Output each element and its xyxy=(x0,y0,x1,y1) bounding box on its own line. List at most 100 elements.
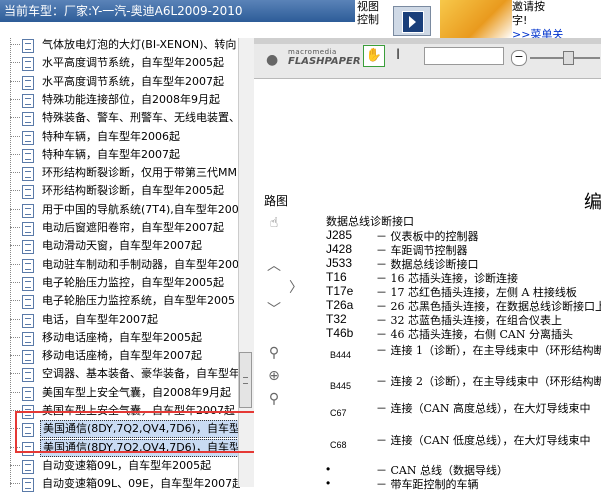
legend-code: • xyxy=(326,476,331,490)
section-heading: 数据总线诊断接口 xyxy=(326,215,414,228)
ad-line1: 邀请按 xyxy=(512,0,545,13)
document-icon xyxy=(22,258,34,273)
legend-code: • xyxy=(326,462,331,476)
document-icon xyxy=(22,167,34,182)
tree-item[interactable]: 用于中国的导航系统(7T4),自车型年200 xyxy=(0,201,240,219)
tree-item[interactable]: 电子轮胎压力监控，自车型年2005起 xyxy=(0,274,240,292)
document-icon xyxy=(22,368,34,383)
tree-connector xyxy=(10,62,20,64)
document-icon xyxy=(22,57,34,72)
tree-connector xyxy=(10,391,20,393)
tree-item[interactable]: 自动变速箱09L、09E，自车型年2007起 xyxy=(0,475,240,493)
tree-item[interactable]: 电话，自车型年2007起 xyxy=(0,311,240,329)
tree-item[interactable]: 环形结构断裂诊断，自车型年2005起 xyxy=(0,182,240,200)
tree-item[interactable]: 移动电话座椅，自车型年2005起 xyxy=(0,329,240,347)
tree-item-label: 水平高度调节系统，自车型年2005起 xyxy=(42,56,224,70)
brand-small: macromedia xyxy=(288,48,337,56)
tree-connector xyxy=(10,98,20,100)
zoom-in-icon[interactable]: ⊕ xyxy=(266,368,282,384)
legend-code: T26a xyxy=(326,298,354,312)
tree-item-label: 电话，自车型年2007起 xyxy=(42,312,158,326)
tree-connector xyxy=(10,117,20,119)
legend-code: J428 xyxy=(326,242,353,256)
tree-connector xyxy=(10,190,20,192)
legend-code: T32 xyxy=(326,312,347,326)
tree-item[interactable]: 特殊功能连接部位，自2008年9月起 xyxy=(0,91,240,109)
tree-item-label: 移动电话座椅，自车型年2005起 xyxy=(42,330,202,344)
arrow-right-icon[interactable]: 〉 xyxy=(288,280,304,296)
tree-connector xyxy=(10,300,20,302)
tree-item-label: 特殊功能连接部位，自2008年9月起 xyxy=(42,92,220,106)
page-input[interactable] xyxy=(424,47,504,65)
document-icon xyxy=(22,203,34,218)
tree-item[interactable]: 电动滑动天窗，自车型年2007起 xyxy=(0,237,240,255)
hand-tool-icon[interactable]: ✋ xyxy=(363,45,385,67)
document-icon xyxy=(22,350,34,365)
legend-code: B444 xyxy=(330,350,352,360)
legend-code: B445 xyxy=(330,381,352,391)
legend-description: － 带车距控制的车辆 xyxy=(376,478,479,491)
legend-code: J285 xyxy=(326,228,353,242)
document-icon xyxy=(22,39,34,53)
tree-item[interactable]: 自动变速箱09L，自车型年2005起 xyxy=(0,457,240,475)
tree-connector xyxy=(10,281,20,283)
zoom-icon[interactable]: ⚲ xyxy=(266,345,282,361)
legend-code: T17e xyxy=(326,284,354,298)
tree-item-label: 自动变速箱09L，自车型年2005起 xyxy=(42,458,212,472)
zoom-out-icon[interactable]: ⚲ xyxy=(266,391,282,407)
document-icon xyxy=(22,222,34,236)
document-icon xyxy=(22,276,34,291)
tree-item-label: 美国车型上安全气囊，自2008年9月起 xyxy=(42,385,231,399)
tree-item-label: 用于中国的导航系统(7T4),自车型年200 xyxy=(42,202,239,216)
legend-description: － 46 芯插头连接，右侧 CAN 分离插头 xyxy=(376,328,573,341)
tree-item-label: 电子轮胎压力监控系统，自车型年2005 xyxy=(42,294,235,308)
ad-image[interactable] xyxy=(440,0,512,38)
arrow-up-icon[interactable]: ︿ xyxy=(266,258,282,274)
legend-code: C67 xyxy=(330,408,347,418)
tree-item[interactable]: 气体放电灯泡的大灯(BI-XENON)、转向 xyxy=(0,36,240,54)
ad-text: 邀请按 字! >>菜单关 xyxy=(512,0,601,41)
document-icon xyxy=(22,295,34,310)
tree-item[interactable]: 电动后窗遮阳卷帘，自车型年2007起 xyxy=(0,219,240,237)
view-control-line1: 视图 xyxy=(357,0,379,13)
tree-item[interactable]: 特殊装备、警车、刑警车、无线电装置、 xyxy=(0,109,240,127)
zoom-slider-thumb[interactable] xyxy=(563,51,574,65)
tree-item[interactable]: 环形结构断裂诊断，仅用于带第三代MM xyxy=(0,164,240,182)
tree-item[interactable]: 移动电话座椅，自车型年2007起 xyxy=(0,347,240,365)
view-control-button[interactable] xyxy=(393,6,431,36)
text-select-icon[interactable]: I xyxy=(396,47,400,63)
tree-item-label: 环形结构断裂诊断，仅用于带第三代MM xyxy=(42,166,237,180)
tree-item[interactable]: 特种车辆，自车型年2007起 xyxy=(0,146,240,164)
tree-connector xyxy=(10,464,20,466)
document-icon xyxy=(22,331,34,346)
arrow-down-icon[interactable]: ﹀ xyxy=(266,302,282,318)
tree-item[interactable]: 水平高度调节系统，自车型年2005起 xyxy=(0,54,240,72)
tree-scrollbar-thumb[interactable] xyxy=(239,352,252,408)
highlight-box xyxy=(15,411,260,453)
tree-connector xyxy=(10,355,20,357)
tree-connector xyxy=(10,373,20,375)
tree-item[interactable]: 美国车型上安全气囊，自2008年9月起 xyxy=(0,384,240,402)
legend-description: － 连接（CAN 低度总线），在大灯导线束中 xyxy=(376,434,591,447)
toolbar-strip xyxy=(254,38,601,44)
tree-item[interactable]: 特种车辆，自车型年2006起 xyxy=(0,128,240,146)
tree-connector xyxy=(10,153,20,155)
menu-icon[interactable]: ● xyxy=(266,52,278,68)
tree-item-label: 特殊装备、警车、刑警车、无线电装置、 xyxy=(42,111,240,125)
tree-connector xyxy=(10,44,20,45)
tree-item-label: 电子轮胎压力监控，自车型年2005起 xyxy=(42,275,224,289)
tree-item[interactable]: 水平高度调节系统，自车型年2007起 xyxy=(0,73,240,91)
tree-connector xyxy=(10,135,20,137)
legend-description: － 连接（CAN 高度总线），在大灯导线束中 xyxy=(376,402,591,415)
document-title-fragment: 路图 xyxy=(264,194,289,208)
tree-item[interactable]: 电子轮胎压力监控系统，自车型年2005 xyxy=(0,292,240,310)
document-icon xyxy=(22,386,34,401)
tree-item-label: 特种车辆，自车型年2006起 xyxy=(42,129,180,143)
legend-code: C68 xyxy=(330,440,347,450)
tree-item[interactable]: 电动驻车制动和手制动器，自车型年2007 xyxy=(0,256,240,274)
current-model-label: 当前车型：厂家:Y-一汽-奥迪A6L2009-2010 xyxy=(0,0,355,22)
tree-item[interactable]: 空调器、基本装备、豪华装备，自车型年 xyxy=(0,365,240,383)
zoom-out-button[interactable]: − xyxy=(511,50,527,66)
tree-connector xyxy=(10,208,20,210)
tree-connector xyxy=(10,80,20,82)
